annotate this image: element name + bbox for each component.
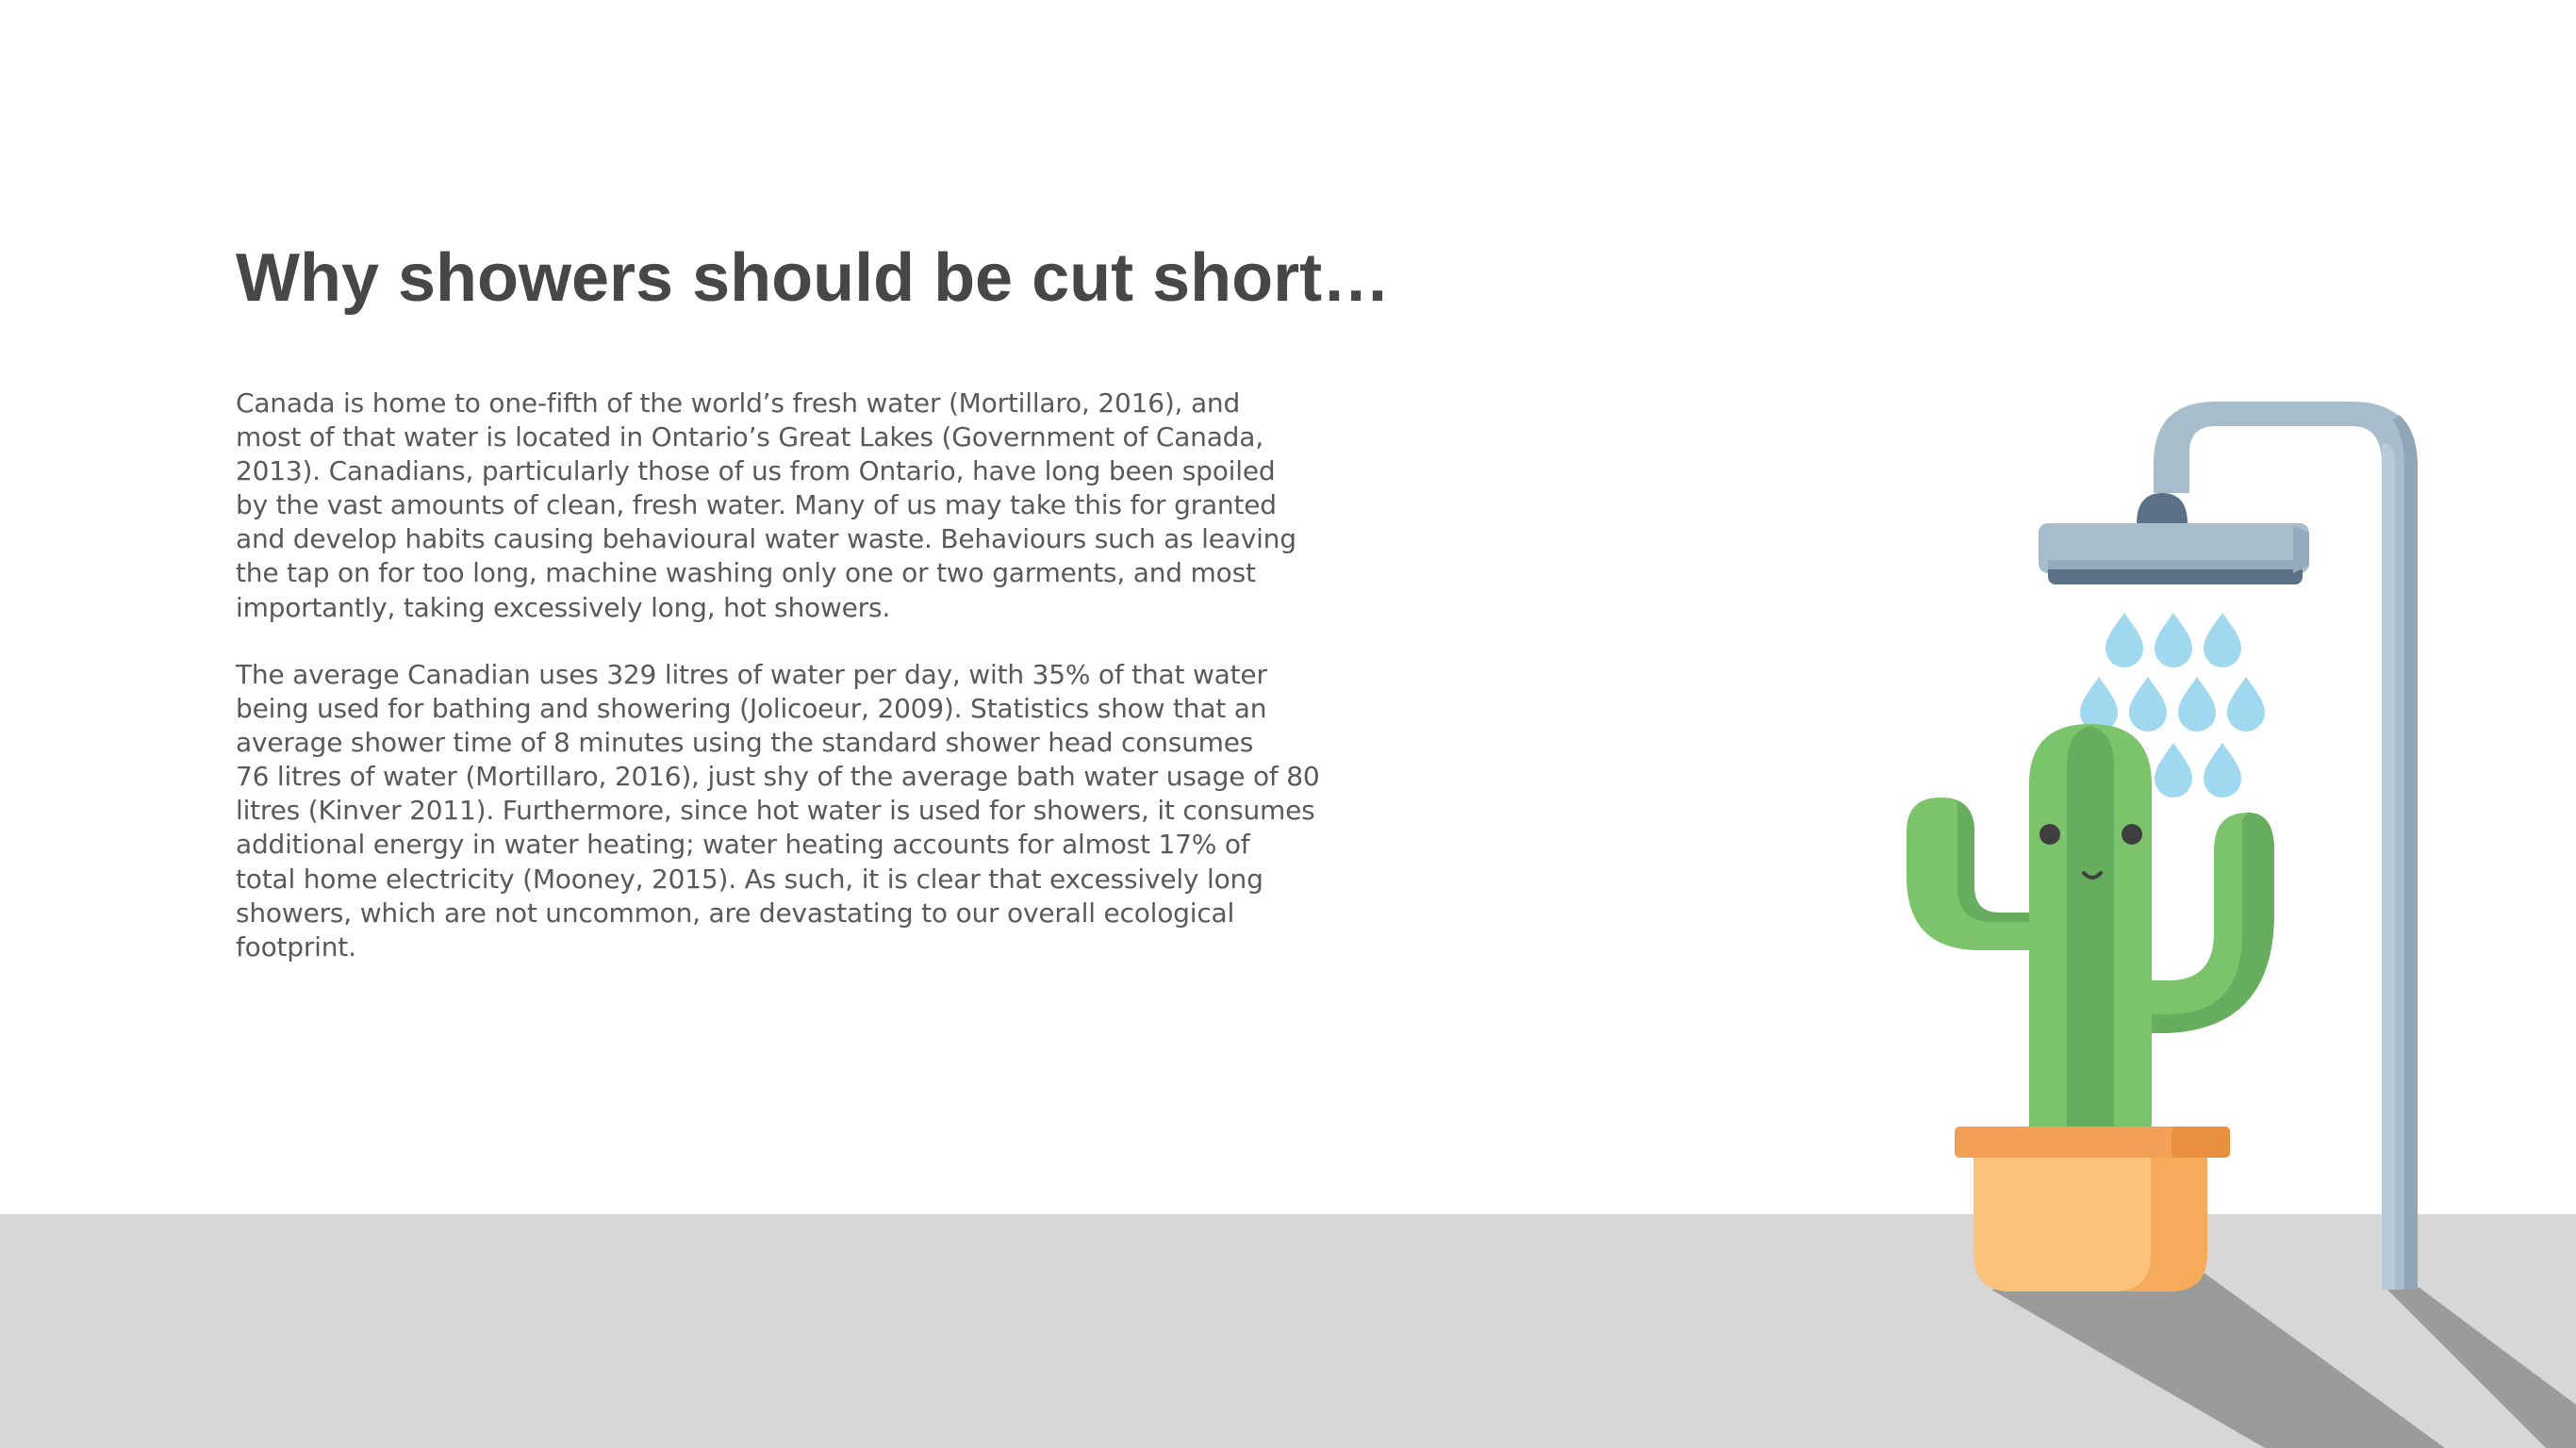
paragraph-line: The average Canadian uses 329 litres of … [236, 659, 1267, 690]
water-drop-icon [2080, 677, 2118, 732]
paragraph-line: being used for bathing and showering (Jo… [236, 693, 1267, 725]
water-drop-icon [2204, 613, 2241, 667]
cactus-eye-right [2122, 824, 2142, 845]
paragraph-line: Canada is home to one-fifth of the world… [236, 387, 1241, 419]
body-paragraph-1: Canada is home to one-fifth of the world… [236, 387, 1320, 625]
water-drop-icon [2204, 743, 2241, 798]
paragraph-line: litres (Kinver 2011). Furthermore, since… [236, 795, 1315, 827]
paragraph-line: additional energy in water heating; wate… [236, 829, 1250, 861]
slide: Why showers should be cut short… Canada … [0, 0, 2576, 1448]
water-drop-icon [2178, 677, 2216, 732]
shower-head-icon [2039, 493, 2309, 584]
cactus-eye-left [2039, 824, 2060, 845]
paragraph-line: footprint. [236, 930, 356, 963]
body-paragraph-2: The average Canadian uses 329 litres of … [236, 658, 1320, 964]
water-drop-icon [2105, 613, 2143, 667]
pipe-shadow [2386, 1288, 2576, 1448]
paragraph-line: and develop habits causing behavioural w… [236, 523, 1296, 555]
water-drop-icon [2227, 677, 2265, 732]
paragraph-line: 2013). Canadians, particularly those of … [236, 455, 1276, 487]
paragraph-line: by the vast amounts of clean, fresh wate… [236, 489, 1277, 521]
flower-pot-icon [1955, 1127, 2230, 1292]
water-drop-icon [2129, 677, 2167, 732]
paragraph-line: showers, which are not uncommon, are dev… [236, 897, 1235, 929]
slide-title: Why showers should be cut short… [236, 240, 1391, 316]
water-drop-icon [2155, 743, 2192, 798]
paragraph-line: average shower time of 8 minutes using t… [236, 727, 1254, 759]
paragraph-line: importantly, taking excessively long, ho… [236, 591, 891, 623]
paragraph-line: most of that water is located in Ontario… [236, 421, 1263, 453]
water-drop-icon [2155, 613, 2192, 667]
paragraph-line: the tap on for too long, machine washing… [236, 557, 1256, 589]
paragraph-line: total home electricity (Mooney, 2015). A… [236, 863, 1263, 895]
paragraph-line: 76 litres of water (Mortillaro, 2016), j… [236, 761, 1320, 793]
